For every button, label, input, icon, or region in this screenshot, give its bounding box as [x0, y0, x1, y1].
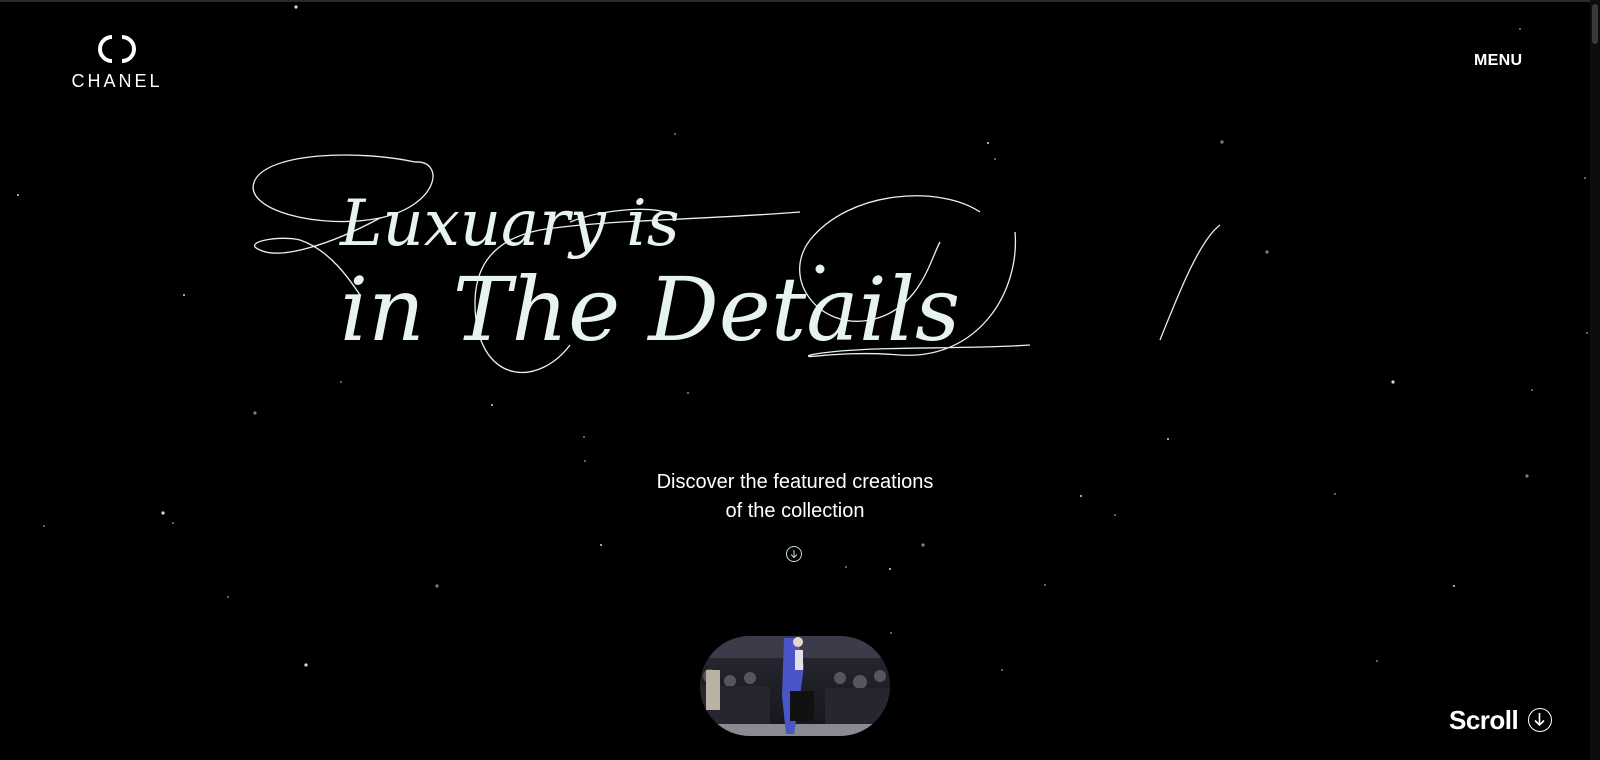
star — [1376, 660, 1378, 662]
subtitle-line-2: of the collection — [725, 500, 865, 522]
interlocking-cc-logo-icon — [98, 35, 136, 63]
star — [921, 543, 925, 547]
star — [1080, 495, 1082, 497]
star — [227, 596, 229, 598]
star — [1586, 332, 1588, 334]
chanel-logo[interactable]: CHANEL — [67, 30, 167, 92]
star — [172, 522, 174, 524]
arrow-down-circle-icon — [1528, 708, 1553, 732]
top-border — [0, 0, 1600, 2]
page-scrollbar[interactable] — [1590, 0, 1600, 760]
star — [987, 142, 989, 144]
star — [1525, 474, 1529, 478]
menu-button[interactable]: MENU — [1474, 52, 1522, 70]
scrollbar-thumb[interactable] — [1592, 4, 1598, 44]
star — [845, 566, 847, 568]
star — [435, 584, 439, 588]
star — [1453, 585, 1455, 587]
star — [17, 194, 19, 196]
star — [890, 632, 892, 634]
star — [1334, 493, 1336, 495]
star — [1220, 140, 1224, 144]
hero-headline: Luxuary is in The Details — [240, 150, 1270, 400]
star — [674, 133, 676, 135]
star — [600, 544, 602, 546]
star — [1001, 669, 1003, 671]
star — [1519, 28, 1521, 30]
brand-wordmark: CHANEL — [71, 71, 163, 91]
star — [1584, 177, 1586, 179]
star — [1114, 514, 1116, 516]
star — [1167, 438, 1169, 440]
headline-line-1: Luxuary is — [339, 187, 680, 261]
hero-subtitle: Discover the featured creations of the c… — [600, 468, 990, 526]
star — [1531, 389, 1533, 391]
star — [1044, 584, 1046, 586]
star — [889, 568, 891, 570]
subtitle-line-1: Discover the featured creations — [656, 471, 934, 493]
scroll-button[interactable]: Scroll — [1449, 704, 1553, 735]
runway-scene-image — [700, 636, 890, 736]
headline-line-2: in The Details — [340, 258, 960, 361]
star — [584, 460, 586, 462]
scroll-label: Scroll — [1449, 704, 1519, 735]
star — [161, 511, 165, 515]
star — [43, 525, 45, 527]
star — [253, 411, 257, 415]
runway-video-thumbnail[interactable] — [700, 636, 890, 736]
arrow-down-icon — [790, 550, 798, 559]
discover-arrow-button[interactable] — [786, 546, 802, 562]
star — [183, 294, 185, 296]
star — [491, 404, 493, 406]
star — [583, 436, 585, 438]
star — [294, 5, 298, 9]
star — [304, 663, 308, 667]
star — [1391, 380, 1395, 384]
